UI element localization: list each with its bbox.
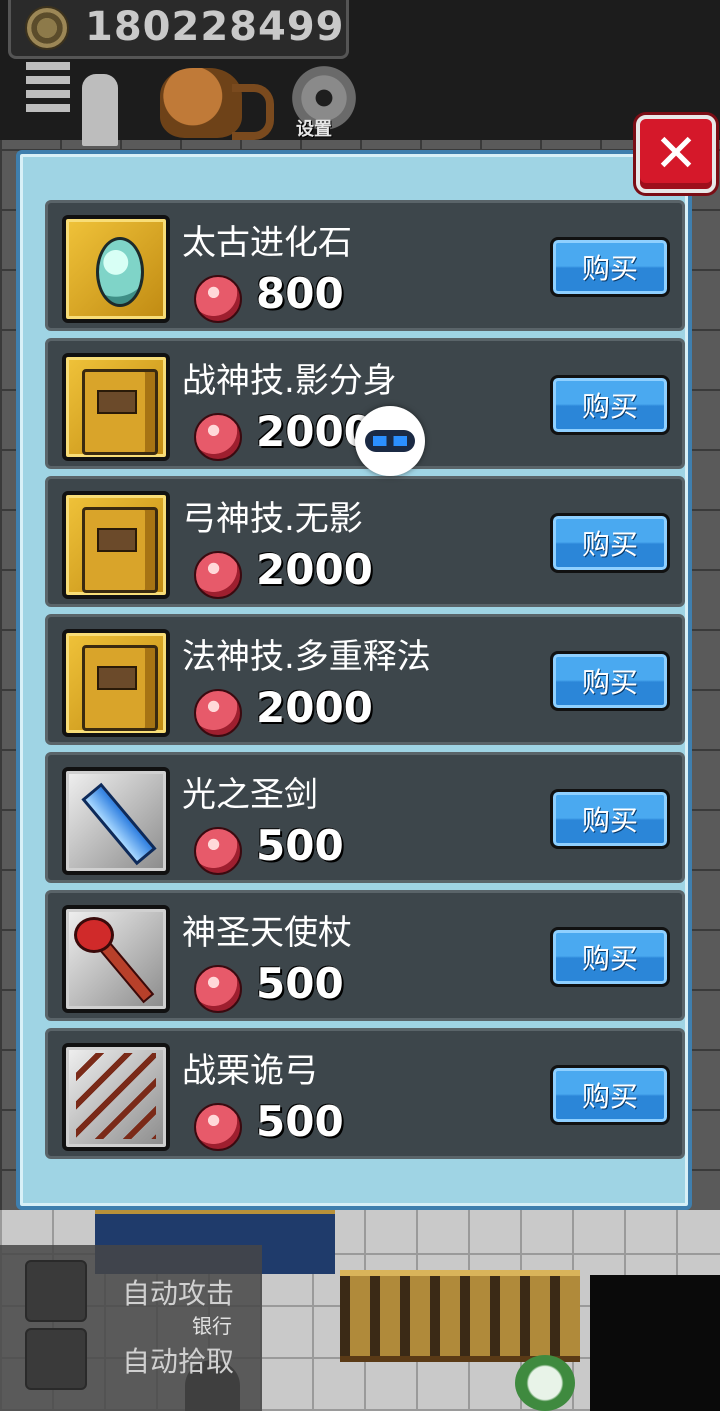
coin-count: 180228499 xyxy=(85,4,345,50)
ruby-icon xyxy=(194,827,242,875)
buy-button-label: 购买 xyxy=(581,390,638,423)
buy-button[interactable]: 购买 xyxy=(550,789,670,849)
floating-assistant-button[interactable] xyxy=(355,406,425,476)
plant-decoration xyxy=(515,1355,575,1411)
holy-sword-icon xyxy=(62,767,170,875)
buy-button[interactable]: 购买 xyxy=(550,375,670,435)
buy-button-label: 购买 xyxy=(581,942,638,975)
ruby-icon xyxy=(194,1103,242,1151)
shop-item-row: 战栗诡弓 500 购买 xyxy=(45,1028,685,1159)
ruby-icon xyxy=(194,413,242,461)
ruby-icon xyxy=(194,689,242,737)
item-name: 战栗诡弓 xyxy=(182,1051,318,1091)
shop-item-row: 太古进化石 800 购买 xyxy=(45,200,685,331)
shadow-area xyxy=(590,1275,720,1411)
item-price: 2000 xyxy=(256,683,373,732)
close-icon: ✕ xyxy=(654,124,698,184)
buy-button[interactable]: 购买 xyxy=(550,651,670,711)
auto-attack-label[interactable]: 自动攻击 xyxy=(122,1272,234,1312)
item-price: 500 xyxy=(256,821,344,870)
coin-icon xyxy=(25,6,69,50)
buy-button[interactable]: 购买 xyxy=(550,927,670,987)
ruby-icon xyxy=(194,551,242,599)
item-price: 2000 xyxy=(256,545,373,594)
auto-pickup-label[interactable]: 自动拾取 xyxy=(122,1340,234,1380)
settings-label: 设置 xyxy=(296,119,332,140)
coin-display: 180228499 xyxy=(8,0,349,59)
skill-book-icon xyxy=(62,353,170,461)
buy-button[interactable]: 购买 xyxy=(550,237,670,297)
bank-label: 银行 xyxy=(192,1314,232,1338)
ruby-icon xyxy=(194,965,242,1013)
bow-icon xyxy=(62,1043,170,1151)
buy-button[interactable]: 购买 xyxy=(550,513,670,573)
shop-item-row: 法神技.多重释法 2000 购买 xyxy=(45,614,685,745)
quest-list-icon[interactable] xyxy=(26,62,70,132)
item-price: 500 xyxy=(256,1097,344,1146)
buy-button[interactable]: 购买 xyxy=(550,1065,670,1125)
item-name: 神圣天使杖 xyxy=(182,913,352,953)
shop-item-row: 神圣天使杖 500 购买 xyxy=(45,890,685,1021)
character-icon[interactable] xyxy=(82,74,118,146)
shop-item-row: 光之圣剑 500 购买 xyxy=(45,752,685,883)
shop-item-row: 弓神技.无影 2000 购买 xyxy=(45,476,685,607)
angel-staff-icon xyxy=(62,905,170,1013)
close-button[interactable]: ✕ xyxy=(636,115,716,193)
evolution-stone-icon xyxy=(62,215,170,323)
item-name: 光之圣剑 xyxy=(182,775,318,815)
skill-book-icon xyxy=(62,491,170,599)
ruby-icon xyxy=(194,275,242,323)
item-name: 战神技.影分身 xyxy=(182,361,397,401)
item-name: 弓神技.无影 xyxy=(182,499,363,539)
auto-pickup-checkbox[interactable] xyxy=(25,1328,87,1390)
auto-attack-checkbox[interactable] xyxy=(25,1260,87,1322)
item-price: 800 xyxy=(256,269,344,318)
buy-button-label: 购买 xyxy=(581,528,638,561)
item-price: 500 xyxy=(256,959,344,1008)
buy-button-label: 购买 xyxy=(581,666,638,699)
buy-button-label: 购买 xyxy=(581,804,638,837)
item-name: 太古进化石 xyxy=(182,223,352,263)
item-name: 法神技.多重释法 xyxy=(182,637,431,677)
skill-book-icon xyxy=(62,629,170,737)
buy-button-label: 购买 xyxy=(581,1080,638,1113)
bag-icon[interactable] xyxy=(160,68,242,138)
railing-decoration xyxy=(340,1270,580,1362)
buy-button-label: 购买 xyxy=(581,252,638,285)
bag-handle-icon xyxy=(232,84,274,140)
